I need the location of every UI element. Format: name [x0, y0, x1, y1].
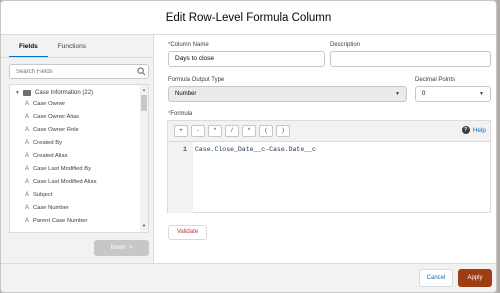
description-input[interactable] — [330, 51, 491, 67]
cancel-button[interactable]: Cancel — [419, 269, 453, 287]
scroll-down-icon[interactable]: ▼ — [142, 223, 146, 228]
formula-column-modal: Edit Row-Level Formula Column Fields Fun… — [0, 0, 497, 293]
operator-divide-button[interactable]: / — [225, 125, 239, 137]
operator-subtract-button[interactable]: - — [191, 125, 205, 137]
scroll-thumb[interactable] — [141, 95, 147, 111]
folder-case-information[interactable]: ▼ Case Information (22) — [15, 88, 93, 98]
formula-editor: + - * / ^ ( ) ? Help 1 Case.Close_Date__… — [167, 120, 491, 213]
field-item[interactable]: A Case Owner Alias — [25, 112, 79, 122]
operator-multiply-button[interactable]: * — [208, 125, 222, 137]
search-fields-input[interactable] — [9, 64, 149, 79]
formula-label: *Formula — [168, 111, 193, 117]
field-item[interactable]: A Case Owner — [25, 99, 65, 109]
tree-scrollbar[interactable]: ▲ ▼ — [140, 85, 148, 232]
decimal-points-select[interactable]: 0 ▼ — [415, 86, 491, 102]
chevron-right-icon: > — [128, 245, 133, 251]
output-type-select[interactable]: Number ▼ — [168, 86, 407, 102]
field-item[interactable]: A Case Last Modified By — [25, 164, 91, 174]
folder-label: Case Information (22) — [35, 90, 94, 96]
description-label: Description — [330, 42, 361, 48]
help-icon: ? — [461, 126, 470, 134]
field-item[interactable]: A Subject — [25, 190, 52, 200]
decimal-points-label: Decimal Points — [415, 77, 456, 83]
tab-functions[interactable]: Functions — [48, 40, 96, 58]
operator-close-paren-button[interactable]: ) — [276, 125, 290, 137]
text-type-icon: A — [25, 192, 30, 198]
operator-add-button[interactable]: + — [174, 125, 188, 137]
chevron-down-icon: ▼ — [479, 91, 484, 97]
search-icon[interactable] — [137, 67, 146, 76]
validate-button[interactable]: Validate — [168, 225, 207, 240]
column-name-label: *Column Name — [168, 42, 209, 48]
text-type-icon: A — [25, 127, 30, 133]
apply-button[interactable]: Apply — [458, 269, 492, 287]
text-type-icon: A — [25, 179, 30, 185]
text-type-icon: A — [25, 205, 30, 211]
modal-header: Edit Row-Level Formula Column — [1, 1, 496, 35]
tab-fields[interactable]: Fields — [9, 40, 48, 58]
field-item[interactable]: A Case Last Modified Alias — [25, 177, 96, 187]
operator-open-paren-button[interactable]: ( — [259, 125, 273, 137]
help-link[interactable]: ? Help — [461, 126, 486, 134]
formula-code-input[interactable]: Case.Close_Date__c-Case.Date__c — [195, 146, 316, 153]
text-type-icon: A — [25, 101, 30, 107]
text-type-icon: A — [25, 153, 30, 159]
folder-icon — [23, 90, 31, 96]
column-name-input[interactable]: Days to close — [168, 51, 325, 67]
modal-footer: Cancel Apply — [1, 263, 496, 292]
text-type-icon: A — [25, 140, 30, 146]
field-item[interactable]: A Case Number — [25, 203, 69, 213]
field-tree: ▼ Case Information (22) A Case Owner A Cas… — [9, 84, 149, 233]
operator-toolbar: + - * / ^ ( ) ? Help — [168, 121, 490, 142]
line-number: 1 — [183, 146, 187, 153]
field-item[interactable]: A Created Alias — [25, 151, 67, 161]
chevron-down-icon: ▼ — [395, 91, 400, 97]
operator-power-button[interactable]: ^ — [242, 125, 256, 137]
field-item[interactable]: A Parent Case Number — [25, 216, 87, 226]
tab-divider — [1, 57, 154, 58]
text-type-icon: A — [25, 218, 30, 224]
text-type-icon: A — [25, 114, 30, 120]
chevron-down-icon[interactable]: ▼ — [15, 90, 23, 96]
panel-tabs: Fields Functions — [9, 40, 96, 58]
scroll-up-icon[interactable]: ▲ — [142, 87, 146, 92]
insert-button[interactable]: Insert > — [94, 240, 149, 256]
field-item[interactable]: A Created By — [25, 138, 62, 148]
line-number-gutter — [168, 142, 193, 213]
field-item[interactable]: A Case Owner Role — [25, 125, 79, 135]
output-type-label: Formula Output Type — [168, 77, 225, 83]
field-browser-panel: Fields Functions ▼ Case Information (22)… — [1, 35, 154, 263]
text-type-icon: A — [25, 166, 30, 172]
modal-title: Edit Row-Level Formula Column — [165, 11, 332, 24]
